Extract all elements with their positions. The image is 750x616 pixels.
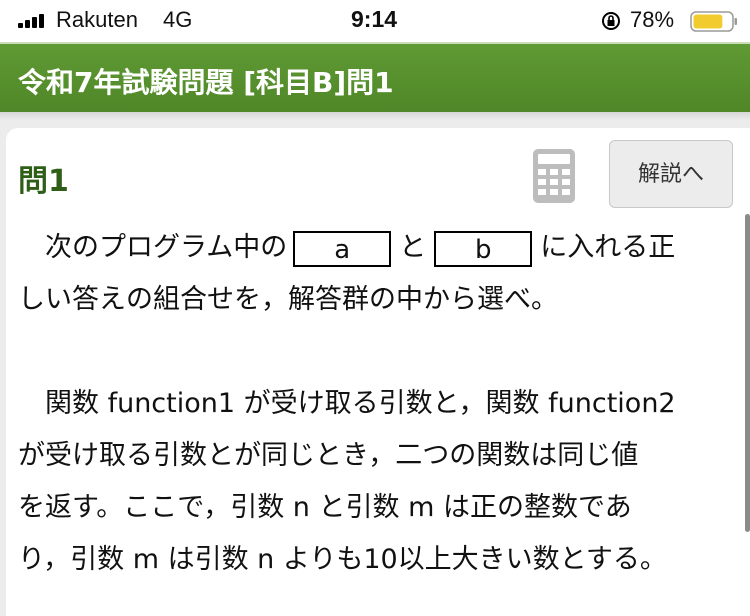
header-shadow <box>0 112 750 120</box>
battery-icon <box>690 11 737 32</box>
para1-text-pre: 次のプログラム中の <box>18 232 288 263</box>
page-title: 令和7年試験問題 [科目B]問1 <box>18 66 394 99</box>
status-bar: Rakuten 4G 9:14 78% <box>0 0 750 42</box>
para2-line-1: 関数 function1 が受け取る引数と，関数 function2 <box>18 388 676 419</box>
para1-text-mid: と <box>399 232 427 263</box>
para2-line-4: り，引数 m は引数 n よりも10以上大きい数とする。 <box>18 544 667 575</box>
question-paragraph-2: 関数 function1 が受け取る引数と，関数 function2 が受け取る… <box>18 378 730 586</box>
orientation-lock-icon <box>602 12 620 30</box>
question-title: 問1 <box>18 164 69 199</box>
scrollbar[interactable] <box>745 214 750 532</box>
para2-line-2: が受け取る引数とが同じとき，二つの関数は同じ値 <box>18 440 639 471</box>
para1-text-line2: しい答えの組合せを，解答群の中から選べ。 <box>18 284 558 315</box>
signal-bars-icon <box>18 14 48 28</box>
battery-percentage: 78% <box>630 7 675 32</box>
explanation-button[interactable]: 解説へ <box>609 140 733 208</box>
calculator-icon[interactable] <box>532 148 576 204</box>
question-card: 問1 解説へ 次のプログラム中の a と b に入れる正 しい答えの組合せを，解答群の中… <box>6 128 750 616</box>
para1-text-post: に入れる正 <box>540 232 676 263</box>
para2-line-3: を返す。ここで，引数 n と引数 m は正の整数であ <box>18 492 632 523</box>
carrier-name: Rakuten <box>56 7 138 32</box>
clock: 9:14 <box>351 6 398 32</box>
question-paragraph-1: 次のプログラム中の a と b に入れる正 しい答えの組合せを，解答群の中から選べ。 <box>18 222 730 326</box>
page-header: 令和7年試験問題 [科目B]問1 <box>0 42 750 114</box>
network-type: 4G <box>163 7 193 32</box>
blank-a: a <box>293 230 392 267</box>
blank-b: b <box>434 230 533 267</box>
